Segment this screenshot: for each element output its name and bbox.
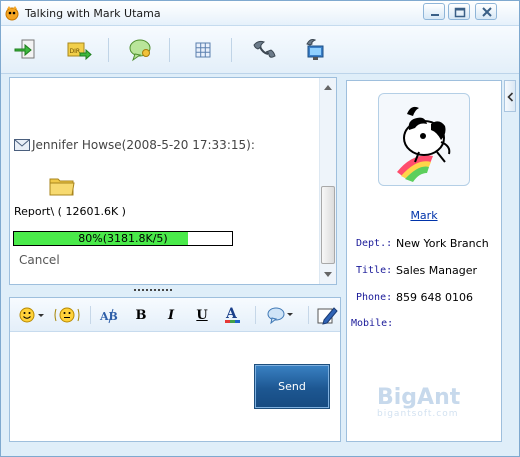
speech-bubble-dropdown-icon — [267, 307, 293, 325]
title-label: Title: — [356, 265, 393, 276]
phone-button[interactable] — [248, 34, 280, 66]
sender-line: Jennifer Howse(2008-5-20 17:33:15): — [32, 138, 255, 152]
title-value: Sales Manager — [396, 264, 477, 277]
envelope-icon — [14, 139, 30, 151]
dept-value: New York Branch — [396, 237, 489, 250]
main-toolbar: DIR — [1, 26, 519, 74]
avatar — [378, 93, 470, 186]
toolbar-divider — [231, 38, 232, 62]
remote-desktop-icon — [306, 39, 324, 60]
format-divider — [308, 306, 309, 324]
font-color-icon: A — [225, 306, 240, 323]
font-color-button[interactable]: A — [222, 304, 244, 326]
svg-text:A: A — [225, 306, 238, 322]
window-title: Talking with Mark Utama — [25, 7, 161, 20]
chat-bubble-button[interactable] — [125, 34, 157, 66]
font-button[interactable]: AB — [98, 304, 124, 326]
file-name: Report\ ( 12601.6K ) — [14, 205, 126, 218]
send-folder-button[interactable]: DIR — [63, 34, 95, 66]
close-icon — [482, 7, 492, 17]
minimize-button[interactable] — [423, 3, 445, 20]
phone-label: Phone: — [356, 292, 393, 303]
toolbar-divider — [108, 38, 109, 62]
pencil-edit-icon — [317, 307, 338, 325]
send-button[interactable]: Send — [254, 364, 330, 409]
remote-desktop-button[interactable] — [299, 34, 331, 66]
cartoon-avatar-icon — [397, 106, 451, 182]
grid-button[interactable] — [187, 34, 219, 66]
transfer-progress-bar: 80%(3181.8K/5) — [13, 231, 233, 246]
emoticon-button[interactable] — [18, 304, 48, 326]
progress-label: 80%(3181.8K/5) — [78, 232, 168, 245]
quick-reply-button[interactable] — [266, 304, 296, 326]
send-file-icon — [14, 39, 35, 59]
font-icon: AB — [99, 308, 118, 324]
grid-icon — [195, 42, 211, 58]
conversation-pane[interactable]: Jennifer Howse(2008-5-20 17:33:15): Repo… — [9, 77, 337, 285]
underline-button[interactable]: U — [191, 304, 213, 326]
svg-text:DIR: DIR — [70, 48, 81, 55]
cancel-transfer-link[interactable]: Cancel — [19, 253, 60, 267]
pane-splitter-handle[interactable] — [134, 289, 172, 291]
collapse-panel-button[interactable] — [504, 80, 516, 112]
nudge-button[interactable] — [53, 304, 81, 326]
chevron-left-icon — [507, 92, 514, 102]
contact-info-panel: Mark Dept.: New York Branch Title: Sales… — [346, 80, 502, 442]
format-divider — [255, 306, 256, 324]
svg-text:AB: AB — [99, 310, 118, 323]
smiley-dropdown-icon — [19, 307, 44, 323]
shake-face-icon — [54, 307, 80, 323]
contact-name-link[interactable]: Mark — [347, 209, 501, 222]
chat-window: Talking with Mark Utama DIR Jennifer How… — [0, 0, 520, 457]
toolbar-divider — [169, 38, 170, 62]
conversation-scrollbar[interactable] — [319, 78, 336, 284]
mobile-label: Mobile: — [351, 318, 394, 329]
phone-value: 859 648 0106 — [396, 291, 473, 304]
italic-button[interactable]: I — [160, 304, 182, 326]
format-toolbar: AB B I U A — [10, 298, 340, 332]
dept-label: Dept.: — [356, 238, 393, 249]
scroll-thumb[interactable] — [321, 186, 335, 264]
message-header: Jennifer Howse(2008-5-20 17:33:15): — [14, 138, 255, 152]
title-bar: Talking with Mark Utama — [1, 1, 519, 26]
scroll-up-arrow-icon[interactable] — [324, 85, 332, 90]
app-logo-icon — [5, 6, 19, 21]
folder-arrow-icon: DIR — [67, 42, 92, 61]
brand-watermark-url: bigantsoft.com — [377, 409, 459, 419]
send-file-button[interactable] — [10, 34, 42, 66]
brand-watermark: BigAnt — [377, 385, 461, 410]
message-input-area[interactable]: AB B I U A Send — [9, 297, 341, 442]
bold-button[interactable]: B — [130, 304, 152, 326]
minimize-icon — [431, 14, 439, 16]
format-divider — [90, 306, 91, 324]
close-button[interactable] — [475, 3, 497, 20]
phone-icon — [253, 40, 276, 58]
maximize-icon — [454, 7, 466, 18]
maximize-button[interactable] — [448, 3, 470, 20]
folder-icon[interactable] — [48, 174, 76, 198]
handwriting-button[interactable] — [315, 304, 339, 326]
chat-bubble-icon — [129, 39, 151, 62]
scroll-down-arrow-icon[interactable] — [324, 272, 332, 277]
